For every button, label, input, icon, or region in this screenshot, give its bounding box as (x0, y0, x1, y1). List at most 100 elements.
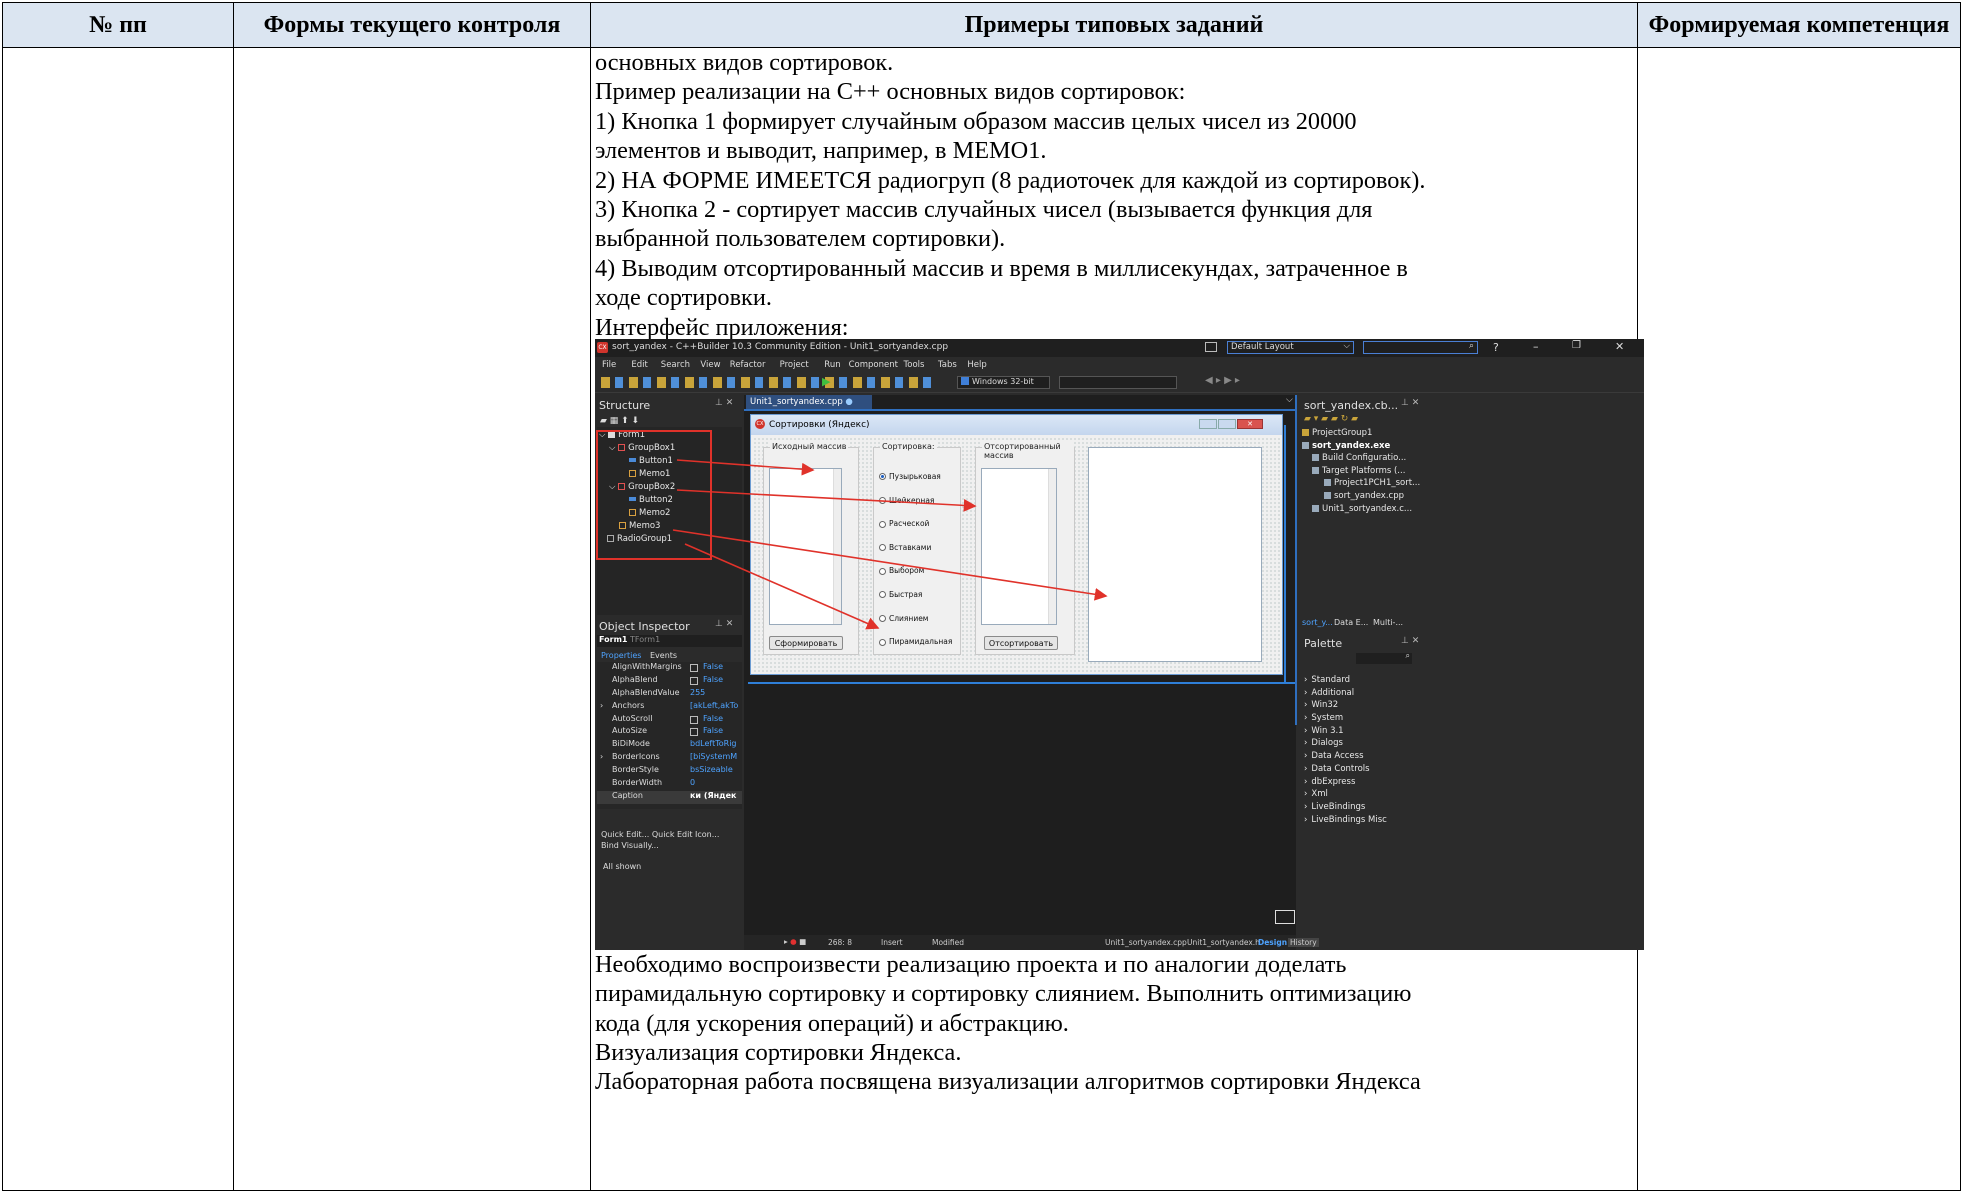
project-title: sort_yandex.cb... (1304, 398, 1399, 412)
file-icon (1324, 479, 1331, 487)
task-text-bottom: Необходимо воспроизвести реализацию прое… (595, 950, 1633, 1097)
arrow-memo3 (672, 529, 1108, 601)
header-num: № пп (2, 2, 234, 48)
text-line: элементов и выводит, например, в МЕМО1. (595, 137, 1047, 165)
project-tab[interactable]: Data E... (1334, 618, 1368, 627)
project-item[interactable]: sort_yandex.cpp (1324, 491, 1404, 501)
chevron-right-icon: › (1304, 713, 1308, 723)
chevron-right-icon: › (1304, 763, 1308, 774)
chevron-right-icon: › (1304, 738, 1308, 749)
cursor-position: 268: 8 (828, 937, 852, 947)
project-toolbar-icons[interactable]: ▰ ▾ ▰ ▰ ↻ ▰ (1304, 414, 1358, 424)
palette-item-label: Win32 (1311, 700, 1339, 711)
palette-item-label: Data Access (1311, 751, 1364, 762)
project-item-label: sort_yandex.cpp (1334, 490, 1405, 501)
header-competence: Формируемая компетенция (1637, 2, 1961, 48)
text-line: Пример реализации на С++ основных видов … (595, 78, 1186, 106)
palette-item[interactable]: › Dialogs (1304, 738, 1343, 748)
project-item-label: ProjectGroup1 (1312, 427, 1373, 438)
text-line: Необходимо воспроизвести реализацию прое… (595, 950, 1347, 978)
text-line: ходе сортировки. (595, 284, 772, 312)
palette-item[interactable]: › Standard (1304, 675, 1350, 685)
chevron-right-icon: › (1304, 725, 1308, 736)
project-item-label: Unit1_sortyandex.c... (1322, 503, 1413, 514)
project-item[interactable]: Unit1_sortyandex.c... (1312, 504, 1412, 514)
arrow-groupbox2 (676, 489, 977, 512)
palette-item-label: Additional (1311, 687, 1355, 698)
cell-competence (1637, 47, 1961, 1191)
palette-search-input[interactable]: ⌕ (1356, 650, 1412, 664)
search-icon: ⌕ (1405, 650, 1410, 660)
status-bar: ▸ ● ■ 268: 8 Insert Modified Unit1_sorty… (744, 934, 1319, 950)
palette-item[interactable]: › Win32 (1304, 700, 1338, 710)
tab-history[interactable]: History (1288, 937, 1319, 947)
palette-item-label: dbExpress (1311, 776, 1356, 787)
cell-num (2, 47, 234, 1191)
preview-icon[interactable] (1275, 909, 1295, 924)
chevron-right-icon: › (1304, 751, 1308, 762)
palette-panel: Palette ⊥ ✕ ⌕ (1300, 632, 1644, 950)
text-line: пирамидальную сортировку и сортировку сл… (595, 980, 1412, 1008)
task-text-top: основных видов сортировок. Пример реализа… (595, 48, 1633, 342)
pin-icon[interactable]: ⊥ ✕ (1401, 636, 1419, 646)
ide-screenshot: CX sort_yandex - C++Builder 10.3 Communi… (595, 338, 1644, 950)
palette-item-label: Dialogs (1311, 738, 1343, 749)
project-item[interactable]: ProjectGroup1 (1302, 428, 1372, 438)
modified-status: Modified (932, 937, 965, 947)
palette-item-label: LiveBindings Misc (1311, 814, 1387, 825)
file-icon (1312, 504, 1319, 512)
chevron-right-icon: › (1304, 700, 1308, 711)
record-icons[interactable]: ▸ ● ■ (784, 937, 806, 946)
file-icon (1324, 491, 1331, 499)
project-item-label: Build Configuratio... (1322, 453, 1407, 464)
tab-h[interactable]: Unit1_sortyandex.h (1187, 938, 1260, 947)
pin-icon[interactable]: ⊥ ✕ (1401, 398, 1419, 408)
text-line: кода (для ускорения операций) и абстракц… (595, 1009, 1069, 1037)
file-icon (1302, 428, 1309, 436)
project-tab[interactable]: Multi-... (1373, 618, 1403, 627)
palette-item-label: Data Controls (1311, 763, 1370, 774)
project-panel: sort_yandex.cb... ⊥ ✕ ▰ ▾ ▰ ▰ ↻ ▰ Projec… (1300, 394, 1644, 633)
file-icon (1302, 441, 1309, 449)
tab-design[interactable]: Design (1258, 938, 1287, 947)
palette-item-label: LiveBindings (1311, 801, 1366, 812)
palette-item[interactable]: › Data Controls (1304, 764, 1370, 774)
project-item-label: Target Platforms (... (1322, 465, 1406, 476)
chevron-right-icon: › (1304, 674, 1308, 685)
file-icon (1312, 454, 1319, 462)
arrow-groupbox1 (676, 459, 815, 476)
palette-item[interactable]: › Xml (1304, 789, 1328, 799)
palette-item-label: Win 3.1 (1311, 725, 1344, 736)
file-icon (1312, 466, 1319, 474)
project-item[interactable]: Build Configuratio... (1312, 453, 1406, 463)
text-line: 4) Выводим отсортированный массив и врем… (595, 254, 1408, 282)
text-line: Лабораторная работа посвящена визуализац… (595, 1068, 1421, 1096)
project-tab[interactable]: sort_y... (1302, 618, 1333, 627)
project-item[interactable]: Project1PCH1_sort... (1324, 478, 1420, 488)
chevron-right-icon: › (1304, 789, 1308, 800)
cell-examples: основных видов сортировок. Пример реализа… (590, 47, 1644, 1191)
text-line: Визуализация сортировки Яндекса. (595, 1039, 962, 1067)
cell-forms (233, 47, 591, 1191)
palette-item-label: System (1311, 713, 1344, 723)
palette-item-label: Xml (1311, 789, 1328, 800)
palette-item[interactable]: › LiveBindings (1304, 802, 1365, 812)
text-line: 2) НА ФОРМЕ ИМЕЕТСЯ радиогруп (8 радиото… (595, 166, 1426, 194)
palette-item[interactable]: › Data Access (1304, 751, 1364, 761)
palette-item[interactable]: › dbExpress (1304, 777, 1355, 787)
palette-item[interactable]: › LiveBindings Misc (1304, 815, 1387, 825)
text-line: выбранной пользователем сортировки). (595, 225, 1006, 253)
palette-title: Palette (1304, 636, 1343, 650)
text-line: Интерфейс приложения: (595, 313, 849, 341)
project-item[interactable]: Target Platforms (... (1312, 466, 1405, 476)
header-examples: Примеры типовых заданий (590, 2, 1638, 48)
tab-cpp[interactable]: Unit1_sortyandex.cpp (1105, 938, 1187, 947)
header-forms: Формы текущего контроля (233, 2, 591, 48)
project-item-label: Project1PCH1_sort... (1334, 478, 1421, 489)
project-item[interactable]: sort_yandex.exe (1302, 441, 1390, 451)
insert-mode: Insert (881, 937, 903, 947)
palette-item[interactable]: › Win 3.1 (1304, 726, 1344, 736)
chevron-right-icon: › (1304, 801, 1308, 812)
palette-item[interactable]: › Additional (1304, 688, 1354, 698)
palette-item[interactable]: › System (1304, 713, 1343, 723)
